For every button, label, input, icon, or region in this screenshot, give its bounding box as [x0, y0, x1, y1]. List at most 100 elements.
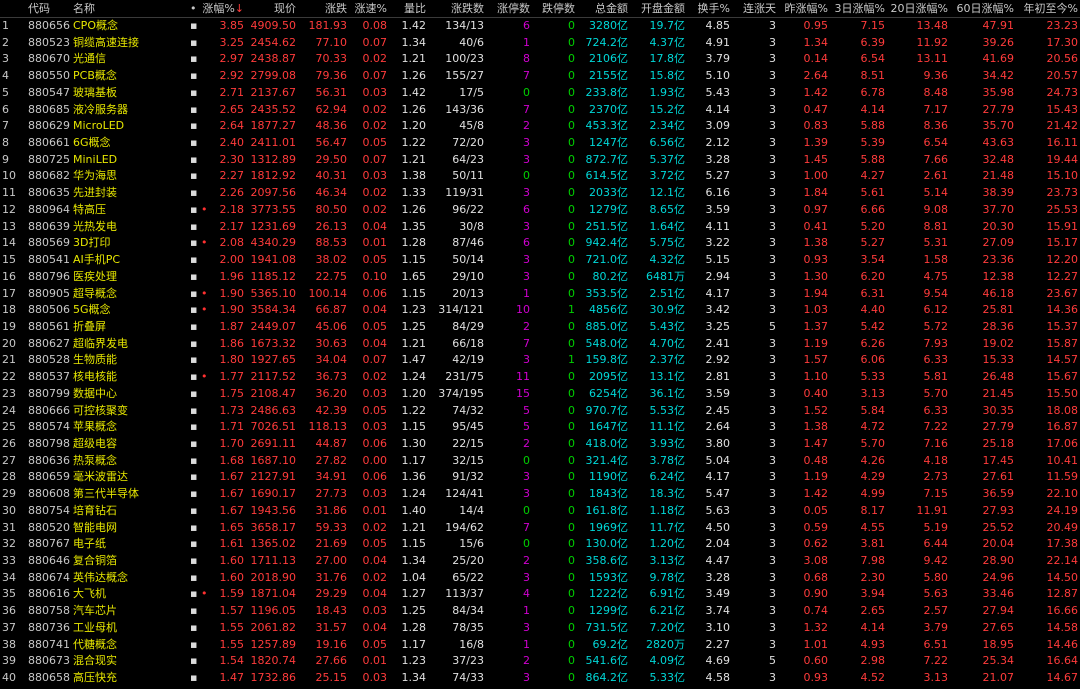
name-cell[interactable]: MicroLED [73, 118, 183, 135]
name-cell[interactable]: 大飞机 [73, 586, 183, 603]
name-cell[interactable]: 华为海思 [73, 168, 183, 185]
code-cell[interactable]: 880520 [28, 520, 72, 537]
header-volratio[interactable]: 量比 [390, 0, 426, 17]
header-name[interactable]: 名称 [73, 0, 183, 17]
name-cell[interactable]: 电子纸 [73, 536, 183, 553]
name-cell[interactable]: 光热发电 [73, 219, 183, 236]
name-cell[interactable]: 毫米波雷达 [73, 469, 183, 486]
name-cell[interactable]: 培育钻石 [73, 503, 183, 520]
table-row[interactable]: 38 880741 代糖概念 ▪ 1.55 1257.89 19.16 0.05 1.17 16/… [0, 637, 1080, 654]
code-cell[interactable]: 880659 [28, 469, 72, 486]
header-down-limit[interactable]: 跌停数 [534, 0, 575, 17]
table-row[interactable]: 34 880674 英伟达概念 ▪ 1.60 2018.90 31.76 0.02 1.04 65… [0, 570, 1080, 587]
code-cell[interactable]: 880541 [28, 252, 72, 269]
code-cell[interactable]: 880767 [28, 536, 72, 553]
table-row[interactable]: 14 880569 3D打印 ▪ • 2.08 4340.29 88.53 0.01 1.28 87… [0, 235, 1080, 252]
table-row[interactable]: 2 880523 铜缆高速连接 ▪ 3.25 2454.62 77.10 0.07 1.34 40… [0, 35, 1080, 52]
code-cell[interactable]: 880608 [28, 486, 72, 503]
table-row[interactable]: 12 880964 特高压 ▪ • 2.18 3773.55 80.50 0.02 1.26 96/… [0, 202, 1080, 219]
code-cell[interactable]: 880682 [28, 168, 72, 185]
table-row[interactable]: 15 880541 AI手机PC ▪ 2.00 1941.08 38.02 0.05 1.15 5… [0, 252, 1080, 269]
code-cell[interactable]: 880646 [28, 553, 72, 570]
name-cell[interactable]: 核电核能 [73, 369, 183, 386]
table-row[interactable]: 31 880520 智能电网 ▪ 1.65 3658.17 59.33 0.02 1.21 194… [0, 520, 1080, 537]
header-ypct[interactable]: 昨涨幅% [780, 0, 828, 17]
header-speed[interactable]: 涨速% [350, 0, 387, 17]
table-row[interactable]: 20 880627 超临界发电 ▪ 1.86 1673.32 30.63 0.04 1.21 66… [0, 336, 1080, 353]
code-cell[interactable]: 880616 [28, 586, 72, 603]
header-ytd[interactable]: 年初至今% [1018, 0, 1078, 17]
name-cell[interactable]: 特高压 [73, 202, 183, 219]
table-row[interactable]: 3 880670 光通信 ▪ 2.97 2438.87 70.33 0.02 1.21 100/2… [0, 51, 1080, 68]
code-cell[interactable]: 880674 [28, 570, 72, 587]
table-row[interactable]: 8 880661 6G概念 ▪ 2.40 2411.01 56.47 0.05 1.22 72/2… [0, 135, 1080, 152]
table-row[interactable]: 10 880682 华为海思 ▪ 2.27 1812.92 40.31 0.03 1.38 50/… [0, 168, 1080, 185]
name-cell[interactable]: 医疾处理 [73, 269, 183, 286]
code-cell[interactable]: 880725 [28, 152, 72, 169]
name-cell[interactable]: PCB概念 [73, 68, 183, 85]
code-cell[interactable]: 880798 [28, 436, 72, 453]
table-row[interactable]: 29 880608 第三代半导体 ▪ 1.67 1690.17 27.73 0.03 1.24 1… [0, 486, 1080, 503]
header-up-limit[interactable]: 涨停数 [488, 0, 530, 17]
name-cell[interactable]: 先进封装 [73, 185, 183, 202]
table-row[interactable]: 33 880646 复合铜箔 ▪ 1.60 1711.13 27.00 0.04 1.34 25/… [0, 553, 1080, 570]
name-cell[interactable]: AI手机PC [73, 252, 183, 269]
table-row[interactable]: 1 880656 CPO概念 ▪ 3.85 4909.50 181.93 0.08 1.42 13… [0, 18, 1080, 35]
name-cell[interactable]: 高压快充 [73, 670, 183, 687]
name-cell[interactable]: 工业母机 [73, 620, 183, 637]
name-cell[interactable]: 可控核聚变 [73, 403, 183, 420]
code-cell[interactable]: 880569 [28, 235, 72, 252]
table-row[interactable]: 6 880685 液冷服务器 ▪ 2.65 2435.52 62.94 0.02 1.26 143… [0, 102, 1080, 119]
code-cell[interactable]: 880685 [28, 102, 72, 119]
name-cell[interactable]: 代糖概念 [73, 637, 183, 654]
name-cell[interactable]: 数据中心 [73, 386, 183, 403]
sort-desc-icon[interactable]: ↓ [235, 2, 244, 15]
code-cell[interactable]: 880905 [28, 286, 72, 303]
header-turnover[interactable]: 换手% [690, 0, 730, 17]
name-cell[interactable]: 汽车芯片 [73, 603, 183, 620]
table-row[interactable]: 21 880528 生物质能 ▪ 1.80 1927.65 34.04 0.07 1.47 42/… [0, 352, 1080, 369]
code-cell[interactable]: 880528 [28, 352, 72, 369]
code-cell[interactable]: 880561 [28, 319, 72, 336]
table-row[interactable]: 5 880547 玻璃基板 ▪ 2.71 2137.67 56.31 0.03 1.42 17/5… [0, 85, 1080, 102]
name-cell[interactable]: CPO概念 [73, 18, 183, 35]
code-cell[interactable]: 880636 [28, 453, 72, 470]
code-cell[interactable]: 880796 [28, 269, 72, 286]
code-cell[interactable]: 880639 [28, 219, 72, 236]
code-cell[interactable]: 880547 [28, 85, 72, 102]
table-row[interactable]: 28 880659 毫米波雷达 ▪ 1.67 2127.91 34.91 0.06 1.36 91… [0, 469, 1080, 486]
table-row[interactable]: 27 880636 热泵概念 ▪ 1.68 1687.10 27.82 0.00 1.17 32/… [0, 453, 1080, 470]
name-cell[interactable]: 复合铜箔 [73, 553, 183, 570]
table-row[interactable]: 23 880799 数据中心 ▪ 1.75 2108.47 36.20 0.03 1.20 374… [0, 386, 1080, 403]
table-row[interactable]: 37 880736 工业母机 ▪ 1.55 2061.82 31.57 0.04 1.28 78/… [0, 620, 1080, 637]
name-cell[interactable]: 智能电网 [73, 520, 183, 537]
name-cell[interactable]: 英伟达概念 [73, 570, 183, 587]
name-cell[interactable]: 5G概念 [73, 302, 183, 319]
header-amount[interactable]: 总金额 [578, 0, 628, 17]
table-row[interactable]: 25 880574 苹果概念 ▪ 1.71 7026.51 118.13 0.03 1.15 95… [0, 419, 1080, 436]
name-cell[interactable]: 光通信 [73, 51, 183, 68]
code-cell[interactable]: 880741 [28, 637, 72, 654]
table-row[interactable]: 32 880767 电子纸 ▪ 1.61 1365.02 21.69 0.05 1.15 15/6… [0, 536, 1080, 553]
header-pct60[interactable]: 60日涨幅% [952, 0, 1014, 17]
table-row[interactable]: 24 880666 可控核聚变 ▪ 1.73 2486.63 42.39 0.05 1.22 74… [0, 403, 1080, 420]
name-cell[interactable]: 第三代半导体 [73, 486, 183, 503]
header-code[interactable]: 代码 [28, 0, 72, 17]
header-flag[interactable]: • [190, 0, 200, 17]
table-row[interactable]: 17 880905 超导概念 ▪ • 1.90 5365.10 100.14 0.06 1.15 2… [0, 286, 1080, 303]
header-pct[interactable]: 涨幅%↓ [200, 0, 244, 17]
code-cell[interactable]: 880736 [28, 620, 72, 637]
code-cell[interactable]: 880523 [28, 35, 72, 52]
name-cell[interactable]: 生物质能 [73, 352, 183, 369]
table-row[interactable]: 13 880639 光热发电 ▪ 2.17 1231.69 26.13 0.04 1.35 30/… [0, 219, 1080, 236]
name-cell[interactable]: 3D打印 [73, 235, 183, 252]
table-row[interactable]: 35 880616 大飞机 ▪ • 1.59 1871.04 29.29 0.04 1.27 113… [0, 586, 1080, 603]
code-cell[interactable]: 880661 [28, 135, 72, 152]
table-row[interactable]: 19 880561 折叠屏 ▪ 1.87 2449.07 45.06 0.05 1.25 84/2… [0, 319, 1080, 336]
code-cell[interactable]: 880627 [28, 336, 72, 353]
name-cell[interactable]: 混合现实 [73, 653, 183, 670]
table-row[interactable]: 39 880673 混合现实 ▪ 1.54 1820.74 27.66 0.01 1.23 37/… [0, 653, 1080, 670]
table-row[interactable]: 22 880537 核电核能 ▪ • 1.77 2117.52 36.73 0.02 1.24 23… [0, 369, 1080, 386]
code-cell[interactable]: 880656 [28, 18, 72, 35]
name-cell[interactable]: 铜缆高速连接 [73, 35, 183, 52]
